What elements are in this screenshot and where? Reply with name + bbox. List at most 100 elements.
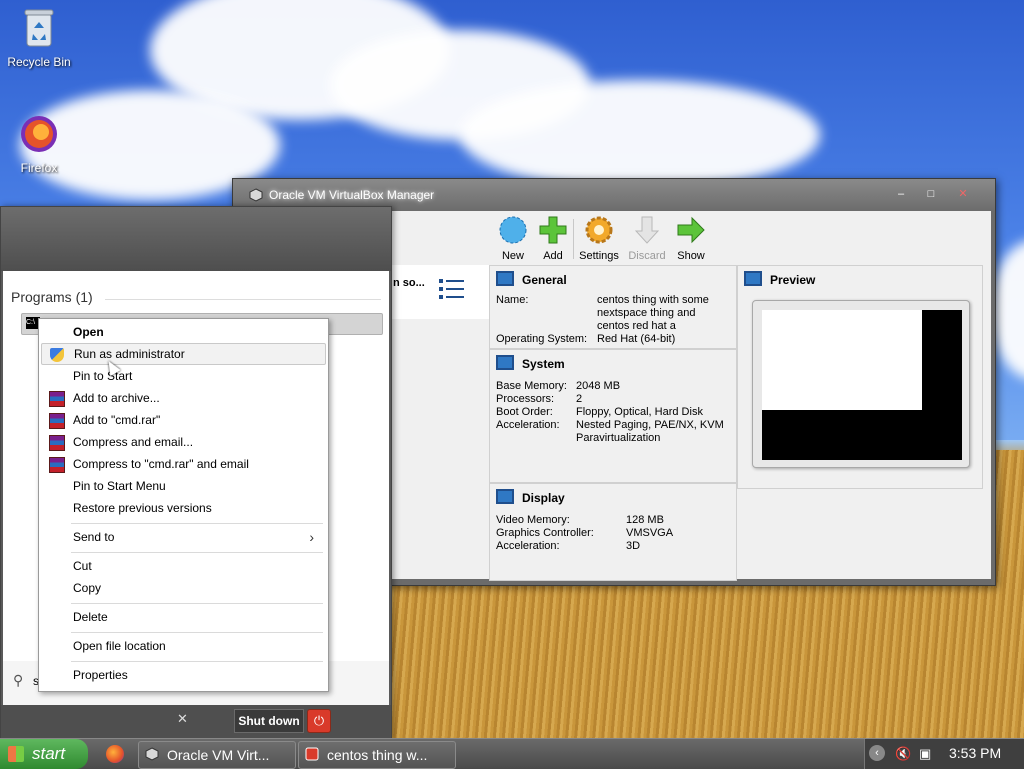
settings-button[interactable]: Settings xyxy=(577,213,621,262)
menu-item-restore-previous-versions[interactable]: Restore previous versions xyxy=(41,497,324,519)
taskbar-item-label: centos thing w... xyxy=(327,747,428,763)
menu-item-label: Run as administrator xyxy=(74,347,185,361)
menu-item-run-as-administrator[interactable]: Run as administrator xyxy=(41,343,326,365)
menu-item-label: Compress to "cmd.rar" and email xyxy=(73,457,249,471)
toolbar-separator xyxy=(573,219,574,259)
detail-value: Floppy, Optical, Hard Disk xyxy=(576,406,703,418)
start-menu-footer: ✕ Shut down ⏻ xyxy=(1,705,391,739)
name-key: Name: xyxy=(496,294,529,306)
detail-key: Video Memory: xyxy=(496,514,570,526)
detail-value: Nested Paging, PAE/NX, KVM xyxy=(576,419,724,431)
vm-list-item-name: n so... xyxy=(393,277,425,289)
winrar-icon xyxy=(49,435,65,451)
clock[interactable]: 3:53 PM xyxy=(949,745,1001,761)
detail-key: Boot Order: xyxy=(496,406,553,418)
network-icon[interactable]: ▣ xyxy=(919,746,931,762)
monitor-icon xyxy=(496,271,514,286)
general-heading-label: General xyxy=(522,273,567,287)
menu-item-delete[interactable]: Delete xyxy=(41,606,324,628)
menu-separator xyxy=(71,523,323,524)
settings-gear-icon xyxy=(585,216,613,244)
discard-arrow-down-icon xyxy=(634,216,660,244)
menu-item-compress-to-cmd-rar-and-email[interactable]: Compress to "cmd.rar" and email xyxy=(41,453,324,475)
maximize-button[interactable]: □ xyxy=(923,187,939,201)
menu-separator xyxy=(71,632,323,633)
search-icon: ⚲ xyxy=(13,672,24,688)
show-button[interactable]: Show xyxy=(669,213,713,262)
add-label: Add xyxy=(543,250,563,262)
name-value-line: centos thing with some xyxy=(597,294,709,306)
power-icon[interactable]: ⏻ xyxy=(307,709,331,733)
menu-item-add-to-cmd-rar[interactable]: Add to "cmd.rar" xyxy=(41,409,324,431)
display-icon xyxy=(496,489,514,504)
winrar-icon xyxy=(49,457,65,473)
menu-item-label: Properties xyxy=(73,668,128,682)
general-panel: General Name: centos thing with some nex… xyxy=(489,265,737,349)
settings-label: Settings xyxy=(579,250,619,262)
close-button[interactable]: ✕ xyxy=(955,187,971,201)
volume-muted-icon[interactable]: 🔇 xyxy=(895,746,911,762)
windows-flag-icon xyxy=(8,746,24,762)
general-details: Name: centos thing with some nextspace t… xyxy=(496,294,732,346)
winrar-icon xyxy=(49,391,65,407)
system-panel: System Base Memory: 2048 MB Processors: … xyxy=(489,349,737,483)
menu-item-label: Cut xyxy=(73,559,92,573)
shutdown-button[interactable]: Shut down xyxy=(234,709,304,733)
menu-item-properties[interactable]: Properties xyxy=(41,664,324,686)
detail-value: 2048 MB xyxy=(576,380,621,392)
menu-item-label: Compress and email... xyxy=(73,435,194,449)
desktop-icon-label: Firefox xyxy=(20,161,58,175)
start-button[interactable]: start xyxy=(0,739,88,769)
virtualbox-icon xyxy=(145,747,159,761)
menu-item-pin-to-start-menu[interactable]: Pin to Start Menu xyxy=(41,475,324,497)
new-icon xyxy=(499,216,527,244)
menu-item-label: Open xyxy=(73,325,104,339)
menu-item-label: Send to xyxy=(73,530,115,544)
quicklaunch-firefox-icon[interactable] xyxy=(106,745,124,763)
list-view-icon[interactable] xyxy=(439,277,465,301)
detail-value: 2 xyxy=(576,393,583,405)
menu-item-cut[interactable]: Cut xyxy=(41,555,324,577)
clear-search-icon[interactable]: ✕ xyxy=(177,711,188,727)
desktop-icon-recycle-bin[interactable]: Recycle Bin xyxy=(4,6,74,69)
new-label: New xyxy=(501,250,524,262)
general-heading[interactable]: General xyxy=(496,271,567,287)
minimize-button[interactable]: – xyxy=(893,187,909,201)
menu-item-compress-and-email[interactable]: Compress and email... xyxy=(41,431,324,453)
chevron-right-icon: › xyxy=(309,529,314,545)
preview-screen xyxy=(762,310,962,460)
display-heading[interactable]: Display xyxy=(496,489,565,505)
menu-item-open[interactable]: Open xyxy=(41,321,324,343)
menu-item-add-to-archive[interactable]: Add to archive... xyxy=(41,387,324,409)
detail-value: Paravirtualization xyxy=(576,432,661,444)
new-button[interactable]: New xyxy=(491,213,535,262)
chip-icon xyxy=(496,355,514,370)
desktop-icon-firefox[interactable]: Firefox xyxy=(4,112,74,175)
preview-heading-label: Preview xyxy=(770,273,816,287)
preview-window xyxy=(762,310,922,410)
recycle-bin-icon xyxy=(24,9,54,47)
preview-heading[interactable]: Preview xyxy=(744,271,815,287)
vm-window-icon xyxy=(305,747,319,761)
menu-item-open-file-location[interactable]: Open file location xyxy=(41,635,324,657)
menu-item-label: Copy xyxy=(73,581,102,595)
display-panel: Display Video Memory: 128 MB Graphics Co… xyxy=(489,483,737,581)
detail-value: 128 MB xyxy=(626,514,664,526)
discard-button[interactable]: Discard xyxy=(625,213,669,262)
menu-item-copy[interactable]: Copy xyxy=(41,577,324,599)
taskbar-item-centos[interactable]: centos thing w... xyxy=(298,741,456,769)
menu-item-send-to[interactable]: Send to › xyxy=(41,526,324,548)
taskbar-item-virtualbox[interactable]: Oracle VM Virt... xyxy=(138,741,296,769)
detail-key: Graphics Controller: xyxy=(496,527,594,539)
detail-key: Processors: xyxy=(496,393,555,405)
menu-item-pin-to-start[interactable]: Pin to Start xyxy=(41,365,324,387)
window-title: Oracle VM VirtualBox Manager xyxy=(269,188,435,202)
preview-panel: Preview xyxy=(737,265,983,489)
show-hidden-icons-icon[interactable]: ‹ xyxy=(869,745,885,761)
add-button[interactable]: Add xyxy=(531,213,575,262)
name-value-line: centos red hat a xyxy=(597,320,676,332)
system-details: Base Memory: 2048 MB Processors: 2 Boot … xyxy=(496,380,732,450)
divider xyxy=(105,299,381,300)
menu-item-label: Open file location xyxy=(73,639,166,653)
system-heading[interactable]: System xyxy=(496,355,565,371)
